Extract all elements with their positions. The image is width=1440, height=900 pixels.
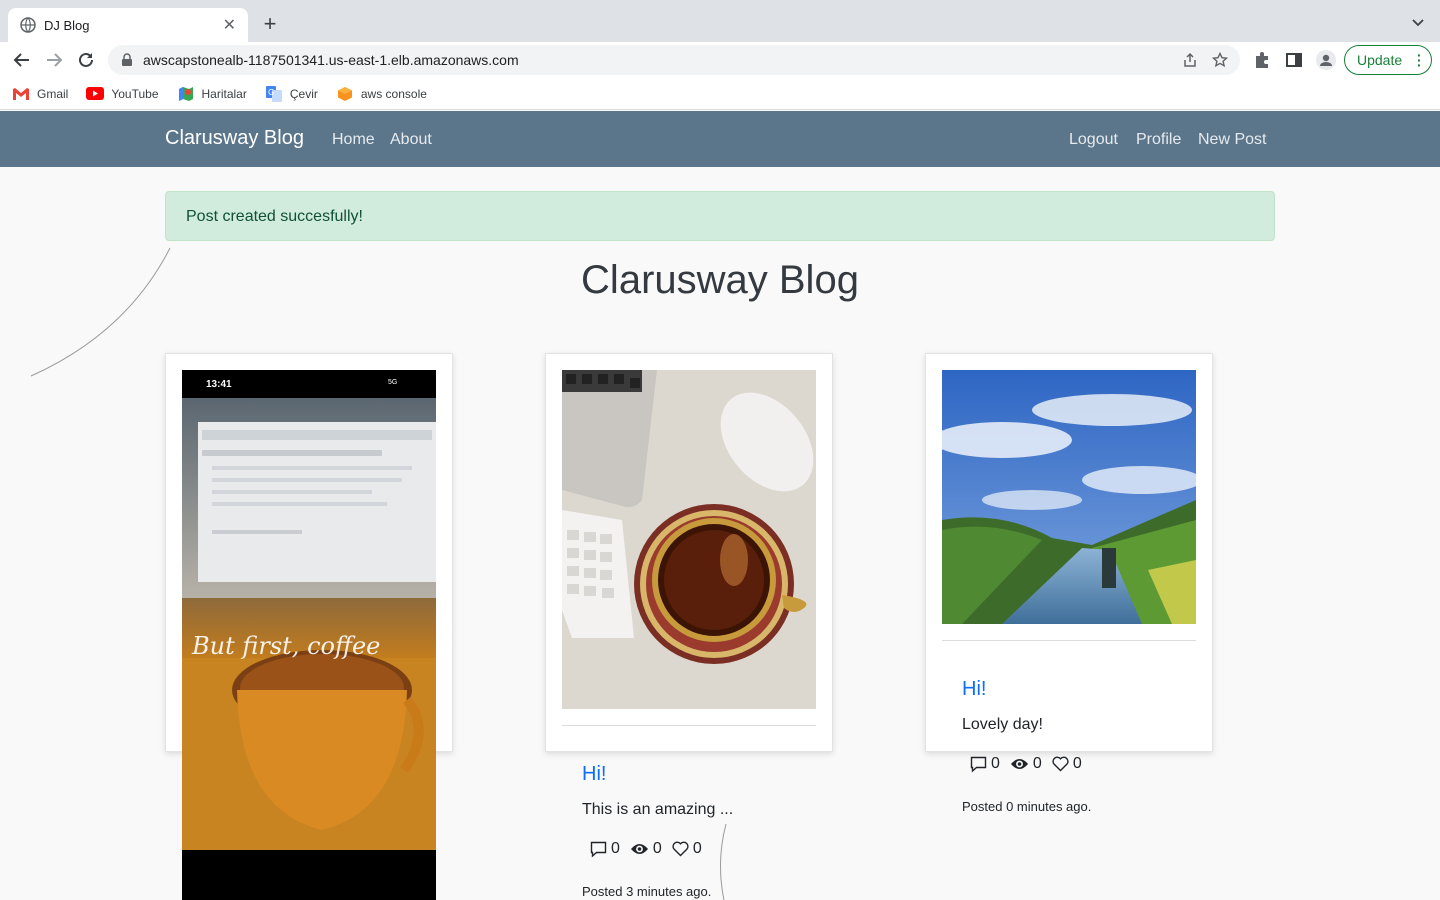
bookmarks-bar: Gmail YouTube Haritalar G Çevir aws cons… <box>0 78 1440 110</box>
new-tab-button[interactable]: + <box>258 12 282 36</box>
card-divider <box>942 640 1196 641</box>
browser-tab-strip: DJ Blog ✕ + <box>0 0 1440 42</box>
maps-icon <box>177 86 195 102</box>
reload-button[interactable] <box>74 48 98 72</box>
post-excerpt: This is an amazing ... <box>582 801 734 818</box>
bookmark-youtube[interactable]: YouTube <box>86 86 159 102</box>
comments-stat: 0 <box>590 840 620 858</box>
posted-time: Posted 3 minutes ago. <box>582 884 712 899</box>
globe-icon <box>20 17 36 33</box>
comments-stat: 0 <box>970 755 1000 773</box>
bookmark-label: aws console <box>360 86 427 101</box>
nav-home-link[interactable]: Home <box>332 131 375 149</box>
bookmark-cevir[interactable]: G Çevir <box>265 85 318 102</box>
post-stats: 0 0 0 <box>590 840 712 858</box>
bookmark-gmail[interactable]: Gmail <box>12 86 68 102</box>
arrow-left-icon <box>13 53 29 67</box>
views-count: 0 <box>652 840 662 857</box>
comments-count: 0 <box>991 755 1000 772</box>
gmail-icon <box>12 86 30 102</box>
card-divider <box>562 725 816 726</box>
bookmark-label: Haritalar <box>201 86 247 101</box>
post-card[interactable]: Hi! Lovely day! <box>925 353 1213 752</box>
reload-icon <box>79 52 93 67</box>
post-excerpt: Lovely day! <box>962 716 1043 733</box>
views-stat: 0 <box>1010 755 1042 773</box>
navbar-brand[interactable]: Clarusway Blog <box>165 127 304 150</box>
back-button[interactable] <box>10 48 34 72</box>
tab-title: DJ Blog <box>44 17 90 33</box>
update-button[interactable]: Update · · · <box>1344 45 1432 75</box>
side-panel-icon[interactable] <box>1284 50 1304 70</box>
photo-time: 13:41 <box>206 379 232 390</box>
comments-count: 0 <box>611 840 620 857</box>
tea-photo <box>562 370 816 709</box>
lock-icon <box>122 53 132 66</box>
decorative-line <box>719 823 727 900</box>
bookmark-aws-console[interactable]: aws console <box>336 86 427 102</box>
site-navbar: Clarusway Blog Home About Logout Profile… <box>0 111 1440 167</box>
nav-new-post-link[interactable]: New Post <box>1198 131 1266 149</box>
likes-count: 0 <box>692 840 702 857</box>
bookmark-label: Gmail <box>37 86 69 101</box>
post-title-link[interactable]: Hi! <box>962 678 986 701</box>
bookmark-label: YouTube <box>111 86 159 101</box>
likes-stat[interactable]: 0 <box>1052 755 1082 773</box>
eye-icon <box>630 844 648 854</box>
photo-caption: But first, coffee <box>192 632 381 660</box>
more-vert-icon: · · · <box>1417 47 1422 73</box>
page-title: Clarusway Blog <box>581 258 859 302</box>
post-image-tea[interactable] <box>562 370 816 709</box>
aws-cube-icon <box>336 86 354 102</box>
post-stats: 0 0 0 <box>970 755 1092 773</box>
share-icon[interactable] <box>1180 50 1200 70</box>
comment-icon <box>970 756 987 773</box>
nav-logout-link[interactable]: Logout <box>1069 131 1118 149</box>
star-icon[interactable] <box>1210 50 1230 70</box>
eye-icon <box>1010 759 1028 769</box>
likes-count: 0 <box>1072 755 1082 772</box>
views-stat: 0 <box>630 840 662 858</box>
post-image-coffee[interactable]: 13:41 5G But first, coffee <box>182 370 436 900</box>
likes-stat[interactable]: 0 <box>672 840 702 858</box>
address-bar[interactable]: awscapstonealb-1187501341.us-east-1.elb.… <box>108 45 1240 75</box>
canal-photo <box>942 370 1196 624</box>
success-alert: Post created succesfully! <box>165 191 1275 241</box>
browser-toolbar: awscapstonealb-1187501341.us-east-1.elb.… <box>0 42 1440 78</box>
chevron-down-icon[interactable] <box>1410 14 1426 30</box>
browser-tab[interactable]: DJ Blog ✕ <box>8 8 248 42</box>
arrow-right-icon <box>47 53 63 67</box>
post-image-canal[interactable] <box>942 370 1196 624</box>
bookmark-label: Çevir <box>289 86 318 101</box>
close-tab-icon[interactable]: ✕ <box>223 15 236 35</box>
url-text: awscapstonealb-1187501341.us-east-1.elb.… <box>143 52 519 68</box>
heart-icon <box>672 841 689 857</box>
comment-icon <box>590 841 607 858</box>
nav-profile-link[interactable]: Profile <box>1136 131 1181 149</box>
post-card[interactable] <box>545 353 833 752</box>
photo-signal: 5G <box>388 379 398 386</box>
nav-about-link[interactable]: About <box>390 131 432 149</box>
translate-icon: G <box>265 85 283 102</box>
post-title-link[interactable]: Hi! <box>582 763 606 786</box>
posted-time: Posted 0 minutes ago. <box>962 799 1092 814</box>
views-count: 0 <box>1032 755 1042 772</box>
youtube-icon <box>86 86 105 102</box>
extensions-puzzle-icon[interactable] <box>1252 50 1272 70</box>
bookmark-haritalar[interactable]: Haritalar <box>177 86 247 102</box>
heart-icon <box>1052 756 1069 772</box>
svg-text:G: G <box>268 88 274 97</box>
alert-message: Post created succesfully! <box>186 208 363 225</box>
forward-button[interactable] <box>42 48 66 72</box>
update-label: Update <box>1357 52 1403 68</box>
profile-avatar-icon[interactable] <box>1316 50 1336 70</box>
